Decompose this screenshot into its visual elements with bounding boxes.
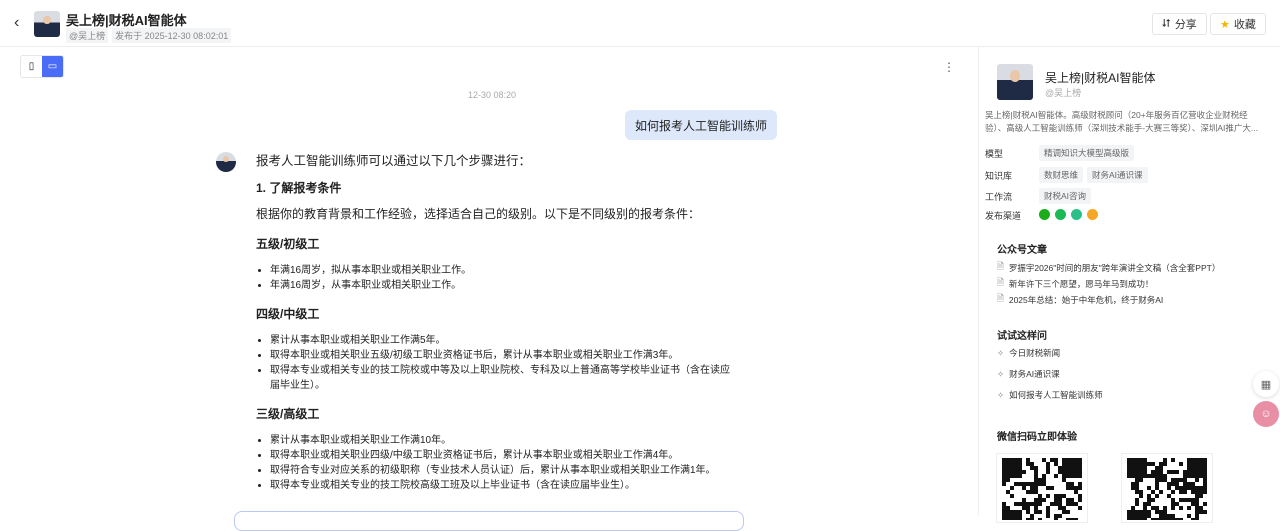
document-icon: 🗎 xyxy=(997,261,1004,271)
article-link[interactable]: 🗎 罗振宇2026"时间的朋友"跨年演讲全文稿（含全套PPT） xyxy=(997,261,1220,275)
workflow-tag[interactable]: 财税AI咨询 xyxy=(1039,188,1092,204)
kb-tag[interactable]: 数财思维 xyxy=(1039,167,1084,183)
chevron-left-icon[interactable]: ‹ xyxy=(14,14,19,32)
agent-description: 吴上榜|财税AI智能体。高级财税顾问（20+年服务百亿营收企业财税经验）、高级人… xyxy=(985,110,1258,133)
qr-title: 微信扫码立即体验 xyxy=(997,432,1077,443)
article-link[interactable]: 🗎 2025年总结：始于中年危机，终于财务AI xyxy=(997,293,1163,307)
qr-code xyxy=(1121,453,1213,523)
list-item: 累计从事本职业或相关职业工作满10年。 xyxy=(270,433,736,448)
bot-avatar xyxy=(216,152,236,172)
message-timestamp: 12-30 08:20 xyxy=(468,90,517,100)
agent-name: 吴上榜|财税AI智能体 xyxy=(1045,71,1156,85)
author-badge[interactable]: @吴上榜 xyxy=(66,28,109,43)
level-conditions: 累计从事本职业或相关职业工作满10年。取得本职业或相关职业四级/中级工职业资格证… xyxy=(270,433,736,493)
desktop-view-icon[interactable]: ▭ xyxy=(42,56,63,77)
articles-title: 公众号文章 xyxy=(997,245,1047,256)
assistant-icon[interactable]: ☺ xyxy=(1253,401,1279,427)
try-title: 试试这样问 xyxy=(997,331,1047,342)
answer-intro: 报考人工智能训练师可以通过以下几个步骤进行： xyxy=(256,154,532,168)
qr-code xyxy=(996,453,1088,523)
more-options-icon[interactable]: ⋮ xyxy=(943,60,955,74)
sparkle-icon: ✧ xyxy=(997,389,1005,400)
level-heading: 五级/初级工 xyxy=(256,236,320,251)
user-message: 如何报考人工智能训练师 xyxy=(625,110,778,140)
chat-input[interactable] xyxy=(234,511,744,531)
article-link[interactable]: 🗎 新年许下三个愿望，愿马年马到成功！ xyxy=(997,277,1153,291)
list-item: 年满16周岁，拟从事本职业或相关职业工作。 xyxy=(270,263,736,278)
model-row: 模型 精调知识大模型高级版 xyxy=(985,145,1138,161)
list-item: 取得本职业或相关职业四级/中级工职业资格证书后，累计从事本职业或相关职业工作满4… xyxy=(270,448,736,463)
suggested-question[interactable]: ✧ 如何报考人工智能训练师 xyxy=(997,389,1103,401)
bot-answer: 报考人工智能训练师可以通过以下几个步骤进行： 1. 了解报考条件 根据你的教育背… xyxy=(256,152,736,500)
suggested-question[interactable]: ✧ 财务AI通识课 xyxy=(997,368,1060,380)
top-bar: ‹ 吴上榜|财税AI智能体 @吴上榜 发布于 2025-12-30 08:02:0… xyxy=(0,0,1280,47)
agent-avatar xyxy=(997,64,1033,100)
kb-tag[interactable]: 财务AI通识课 xyxy=(1087,167,1148,183)
list-item: 取得符合专业对应关系的初级职称（专业技术人员认证）后，累计从事本职业或相关职业工… xyxy=(270,463,736,478)
list-item: 取得本专业或相关专业的技工院校高级工班及以上毕业证书（含在读应届毕业生）。 xyxy=(270,478,736,493)
view-toggle: ▯ ▭ xyxy=(20,55,64,78)
share-icon: ⮃ xyxy=(1162,17,1171,30)
star-icon: ★ xyxy=(1220,18,1230,31)
wechat-channel-icon[interactable] xyxy=(1039,209,1050,220)
agent-sidebar: 吴上榜|财税AI智能体 @吴上榜 吴上榜|财税AI智能体。高级财税顾问（20+年… xyxy=(978,47,1280,515)
workflow-row: 工作流 财税AI咨询 xyxy=(985,188,1095,204)
model-tag: 精调知识大模型高级版 xyxy=(1039,145,1135,161)
share-button[interactable]: ⮃ 分享 xyxy=(1152,13,1207,35)
document-icon: 🗎 xyxy=(997,277,1004,287)
level-conditions: 累计从事本职业或相关职业工作满5年。取得本职业或相关职业五级/初级工职业资格证书… xyxy=(270,333,736,393)
agent-handle: @吴上榜 xyxy=(1045,88,1082,98)
sparkle-icon: ✧ xyxy=(997,368,1005,379)
mobile-view-icon[interactable]: ▯ xyxy=(21,56,42,77)
list-item: 取得本职业或相关职业五级/初级工职业资格证书后，累计从事本职业或相关职业工作满3… xyxy=(270,348,736,363)
favorite-button[interactable]: ★ 收藏 xyxy=(1210,13,1266,35)
level-heading: 三级/高级工 xyxy=(256,406,320,421)
feishu-doc-channel-icon[interactable] xyxy=(1055,209,1066,220)
level-conditions: 年满16周岁，拟从事本职业或相关职业工作。年满16周岁，从事本职业或相关职业工作… xyxy=(270,263,736,293)
avatar xyxy=(34,11,60,37)
multi-channel-icon[interactable] xyxy=(1087,209,1098,220)
list-item: 取得本专业或相关专业的技工院校或中等及以上职业院校、专科及以上普通高等学校毕业证… xyxy=(270,363,736,393)
list-item: 年满16周岁，从事本职业或相关职业工作。 xyxy=(270,278,736,293)
document-icon: 🗎 xyxy=(997,293,1004,303)
app-channel-icon[interactable] xyxy=(1071,209,1082,220)
answer-step-desc: 根据你的教育背景和工作经验，选择适合自己的级别。以下是不同级别的报考条件： xyxy=(256,206,701,221)
kb-row: 知识库 数财思维 财务AI通识课 xyxy=(985,167,1152,183)
list-item: 累计从事本职业或相关职业工作满5年。 xyxy=(270,333,736,348)
level-heading: 四级/中级工 xyxy=(256,306,320,321)
apps-icon[interactable]: ▦ xyxy=(1253,371,1279,397)
suggested-question[interactable]: ✧ 今日财税新闻 xyxy=(997,347,1060,359)
channels-row: 发布渠道 xyxy=(985,209,1103,222)
publish-time: 发布于 2025-12-30 08:02:01 xyxy=(112,28,232,43)
page-title: 吴上榜|财税AI智能体 xyxy=(66,13,187,28)
answer-step: 1. 了解报考条件 xyxy=(256,180,342,195)
sparkle-icon: ✧ xyxy=(997,347,1005,358)
